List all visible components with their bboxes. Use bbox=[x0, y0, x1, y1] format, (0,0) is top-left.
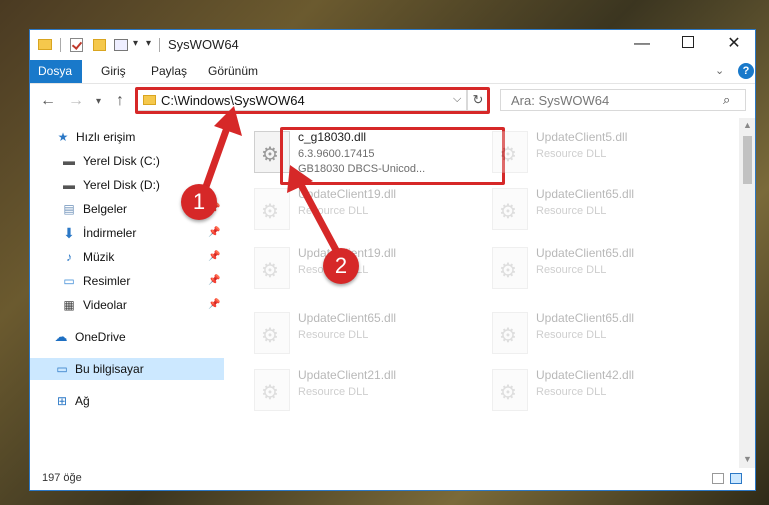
step-1-badge: 1 bbox=[181, 184, 217, 220]
annotation-arrows bbox=[199, 106, 341, 256]
step-2-badge: 2 bbox=[323, 248, 359, 284]
arrow-1-shaft bbox=[199, 121, 232, 199]
arrow-2-shaft bbox=[296, 179, 341, 256]
